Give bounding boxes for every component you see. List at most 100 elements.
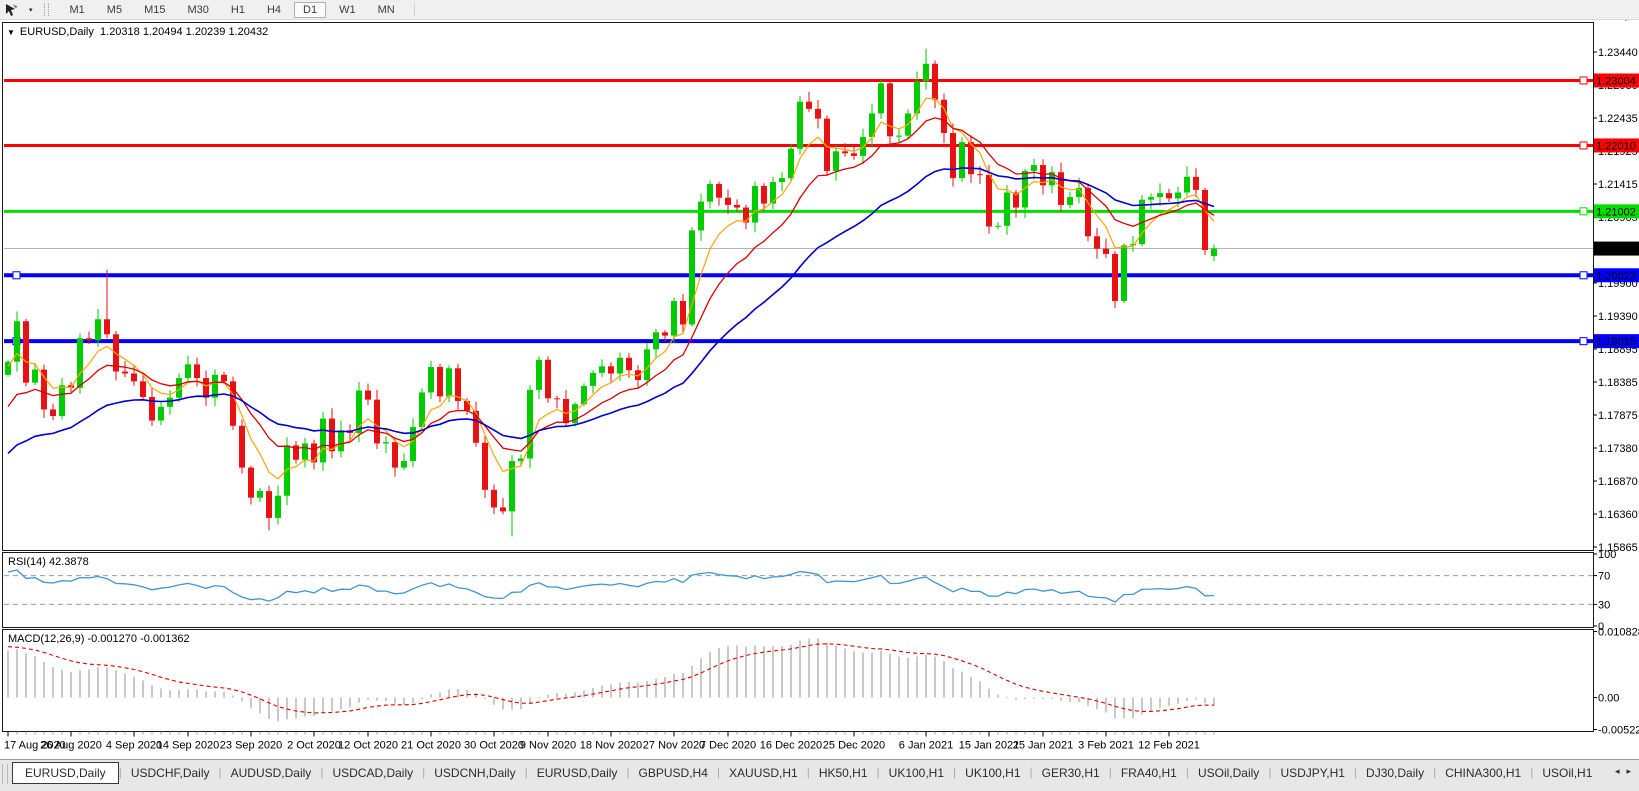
timeframe-button-w1[interactable]: W1 bbox=[330, 2, 365, 18]
chart-tab-ger30-h1[interactable]: GER30,H1 bbox=[1033, 763, 1109, 784]
timeframe-button-d1[interactable]: D1 bbox=[294, 2, 326, 18]
svg-text:12 Oct 2020: 12 Oct 2020 bbox=[338, 740, 398, 752]
price-chart-canvas[interactable]: 1.234401.229301.224351.219251.214151.209… bbox=[0, 0, 1639, 790]
chart-tabs: EURUSD,Daily|USDCHF,Daily|AUDUSD,Daily|U… bbox=[12, 760, 1601, 784]
svg-text:18 Nov 2020: 18 Nov 2020 bbox=[580, 740, 642, 752]
svg-text:-0.005222: -0.005222 bbox=[1598, 725, 1639, 737]
chart-tab-dj30-daily[interactable]: DJ30,Daily bbox=[1357, 763, 1433, 784]
svg-text:23 Sep 2020: 23 Sep 2020 bbox=[220, 740, 282, 752]
svg-text:1.18385: 1.18385 bbox=[1598, 377, 1638, 389]
svg-text:1.21002: 1.21002 bbox=[1596, 206, 1636, 218]
chart-tab-audusd-daily[interactable]: AUDUSD,Daily bbox=[222, 763, 321, 784]
svg-text:30: 30 bbox=[1598, 599, 1610, 611]
tabs-scroll-right-icon[interactable]: ▸ bbox=[1626, 766, 1631, 777]
rsi-panel[interactable] bbox=[3, 553, 1594, 628]
chart-symbol-label: EURUSD,Daily bbox=[20, 26, 94, 38]
svg-text:27 Nov 2020: 27 Nov 2020 bbox=[643, 740, 705, 752]
chart-tab-eurusd-daily[interactable]: EURUSD,Daily bbox=[528, 763, 627, 784]
chart-tab-usoil-daily[interactable]: USOil,Daily bbox=[1189, 763, 1268, 784]
macd-panel[interactable] bbox=[3, 630, 1594, 732]
svg-text:100: 100 bbox=[1598, 549, 1616, 561]
svg-text:1.23004: 1.23004 bbox=[1596, 75, 1636, 87]
svg-text:6 Jan 2021: 6 Jan 2021 bbox=[899, 740, 953, 752]
svg-text:1.16360: 1.16360 bbox=[1598, 509, 1638, 521]
svg-text:1.21415: 1.21415 bbox=[1598, 179, 1638, 191]
tab-scroll-arrows: ◂ ▸ bbox=[1611, 760, 1639, 777]
chart-tab-eurusd-daily[interactable]: EURUSD,Daily bbox=[12, 762, 119, 784]
svg-text:1.23440: 1.23440 bbox=[1598, 47, 1638, 59]
svg-text:4 Sep 2020: 4 Sep 2020 bbox=[106, 740, 162, 752]
svg-text:2 Oct 2020: 2 Oct 2020 bbox=[287, 740, 341, 752]
tabs-scroll-left-icon[interactable]: ◂ bbox=[1615, 766, 1620, 777]
timeframe-button-m30[interactable]: M30 bbox=[178, 2, 217, 18]
tabbar-grip[interactable] bbox=[2, 764, 8, 784]
line-anchor-icon[interactable] bbox=[1580, 272, 1587, 279]
chart-tab-xauusd-h1[interactable]: XAUUSD,H1 bbox=[720, 763, 807, 784]
chart-tab-usdchf-daily[interactable]: USDCHF,Daily bbox=[122, 763, 219, 784]
price-badge: 1.22010 bbox=[1594, 138, 1639, 152]
toolbar-grip[interactable] bbox=[44, 3, 49, 16]
cursor-tool-icon[interactable] bbox=[0, 3, 24, 17]
timeframe-button-m1[interactable]: M1 bbox=[61, 2, 94, 18]
timeframe-button-m5[interactable]: M5 bbox=[98, 2, 131, 18]
timeframe-buttons: M1M5M15M30 H1H4D1W1MN bbox=[59, 2, 406, 18]
svg-text:1.22010: 1.22010 bbox=[1596, 140, 1636, 152]
svg-text:1.20432: 1.20432 bbox=[1596, 244, 1636, 256]
price-badge: 1.21002 bbox=[1594, 204, 1639, 218]
svg-text:21 Oct 2020: 21 Oct 2020 bbox=[401, 740, 461, 752]
timeframe-button-h4[interactable]: H4 bbox=[258, 2, 290, 18]
rsi-indicator-label: RSI(14) 42.3878 bbox=[8, 556, 89, 568]
svg-text:30 Oct 2020: 30 Oct 2020 bbox=[464, 740, 524, 752]
price-badge: 1.19015 bbox=[1594, 334, 1639, 348]
svg-text:9 Nov 2020: 9 Nov 2020 bbox=[520, 740, 576, 752]
line-anchor-icon[interactable] bbox=[1580, 142, 1587, 149]
toolbar-separator bbox=[414, 3, 415, 16]
line-anchor-icon[interactable] bbox=[1580, 208, 1587, 215]
chart-tab-uk100-h1[interactable]: UK100,H1 bbox=[956, 763, 1029, 784]
line-anchor-icon[interactable] bbox=[13, 272, 20, 279]
svg-text:1.22435: 1.22435 bbox=[1598, 113, 1638, 125]
svg-text:0.010828: 0.010828 bbox=[1598, 627, 1639, 639]
svg-text:1.20023: 1.20023 bbox=[1596, 270, 1636, 282]
svg-text:0.00: 0.00 bbox=[1598, 693, 1619, 705]
chart-tab-usdcnh-daily[interactable]: USDCNH,Daily bbox=[425, 763, 524, 784]
svg-text:25 Jan 2021: 25 Jan 2021 bbox=[1013, 740, 1074, 752]
svg-text:7 Dec 2020: 7 Dec 2020 bbox=[700, 740, 756, 752]
line-anchor-icon[interactable] bbox=[1580, 77, 1587, 84]
timeframe-toolbar: ▾ M1M5M15M30 H1H4D1W1MN bbox=[0, 0, 1639, 20]
price-badge: 1.23004 bbox=[1594, 73, 1639, 87]
svg-text:3 Feb 2021: 3 Feb 2021 bbox=[1078, 740, 1134, 752]
timeframe-button-h1[interactable]: H1 bbox=[222, 2, 254, 18]
chart-ohlc-values: 1.20318 1.20494 1.20239 1.20432 bbox=[100, 26, 268, 38]
chart-tab-china300-h1[interactable]: CHINA300,H1 bbox=[1436, 763, 1530, 784]
svg-text:25 Dec 2020: 25 Dec 2020 bbox=[823, 740, 885, 752]
svg-text:12 Feb 2021: 12 Feb 2021 bbox=[1138, 740, 1200, 752]
svg-text:16 Dec 2020: 16 Dec 2020 bbox=[760, 740, 822, 752]
svg-text:1.17380: 1.17380 bbox=[1598, 443, 1638, 455]
svg-text:70: 70 bbox=[1598, 571, 1610, 583]
timeframe-button-m15[interactable]: M15 bbox=[135, 2, 174, 18]
price-badge: 1.20023 bbox=[1594, 268, 1639, 282]
price-badge: 1.20432 bbox=[1594, 242, 1639, 256]
mt4-window: 1.234401.229301.224351.219251.214151.209… bbox=[0, 0, 1639, 790]
cursor-tool-dropdown-icon[interactable]: ▾ bbox=[24, 6, 38, 14]
svg-text:1.16870: 1.16870 bbox=[1598, 476, 1638, 488]
chart-tab-hk50-h1[interactable]: HK50,H1 bbox=[810, 763, 877, 784]
chart-tab-fra40-h1[interactable]: FRA40,H1 bbox=[1112, 763, 1186, 784]
line-anchor-icon[interactable] bbox=[1580, 338, 1587, 345]
svg-text:1.19015: 1.19015 bbox=[1596, 336, 1636, 348]
macd-indicator-label: MACD(12,26,9) -0.001270 -0.001362 bbox=[8, 633, 190, 645]
timeframe-button-mn[interactable]: MN bbox=[369, 2, 404, 18]
chart-tab-gbpusd-h4[interactable]: GBPUSD,H4 bbox=[630, 763, 717, 784]
svg-text:15 Jan 2021: 15 Jan 2021 bbox=[959, 740, 1020, 752]
svg-text:26 Aug 2020: 26 Aug 2020 bbox=[40, 740, 102, 752]
symbol-dropdown-icon[interactable]: ▼ bbox=[7, 28, 15, 37]
chart-tab-usdjpy-h1[interactable]: USDJPY,H1 bbox=[1271, 763, 1353, 784]
chart-tab-usoil-h1[interactable]: USOil,H1 bbox=[1533, 763, 1601, 784]
svg-text:14 Sep 2020: 14 Sep 2020 bbox=[157, 740, 219, 752]
svg-text:1.19390: 1.19390 bbox=[1598, 311, 1638, 323]
chart-tab-uk100-h1[interactable]: UK100,H1 bbox=[880, 763, 953, 784]
chart-title: ▼ EURUSD,Daily 1.20318 1.20494 1.20239 1.… bbox=[7, 26, 268, 38]
chart-tab-bar: EURUSD,Daily|USDCHF,Daily|AUDUSD,Daily|U… bbox=[0, 759, 1639, 791]
chart-tab-usdcad-daily[interactable]: USDCAD,Daily bbox=[323, 763, 422, 784]
